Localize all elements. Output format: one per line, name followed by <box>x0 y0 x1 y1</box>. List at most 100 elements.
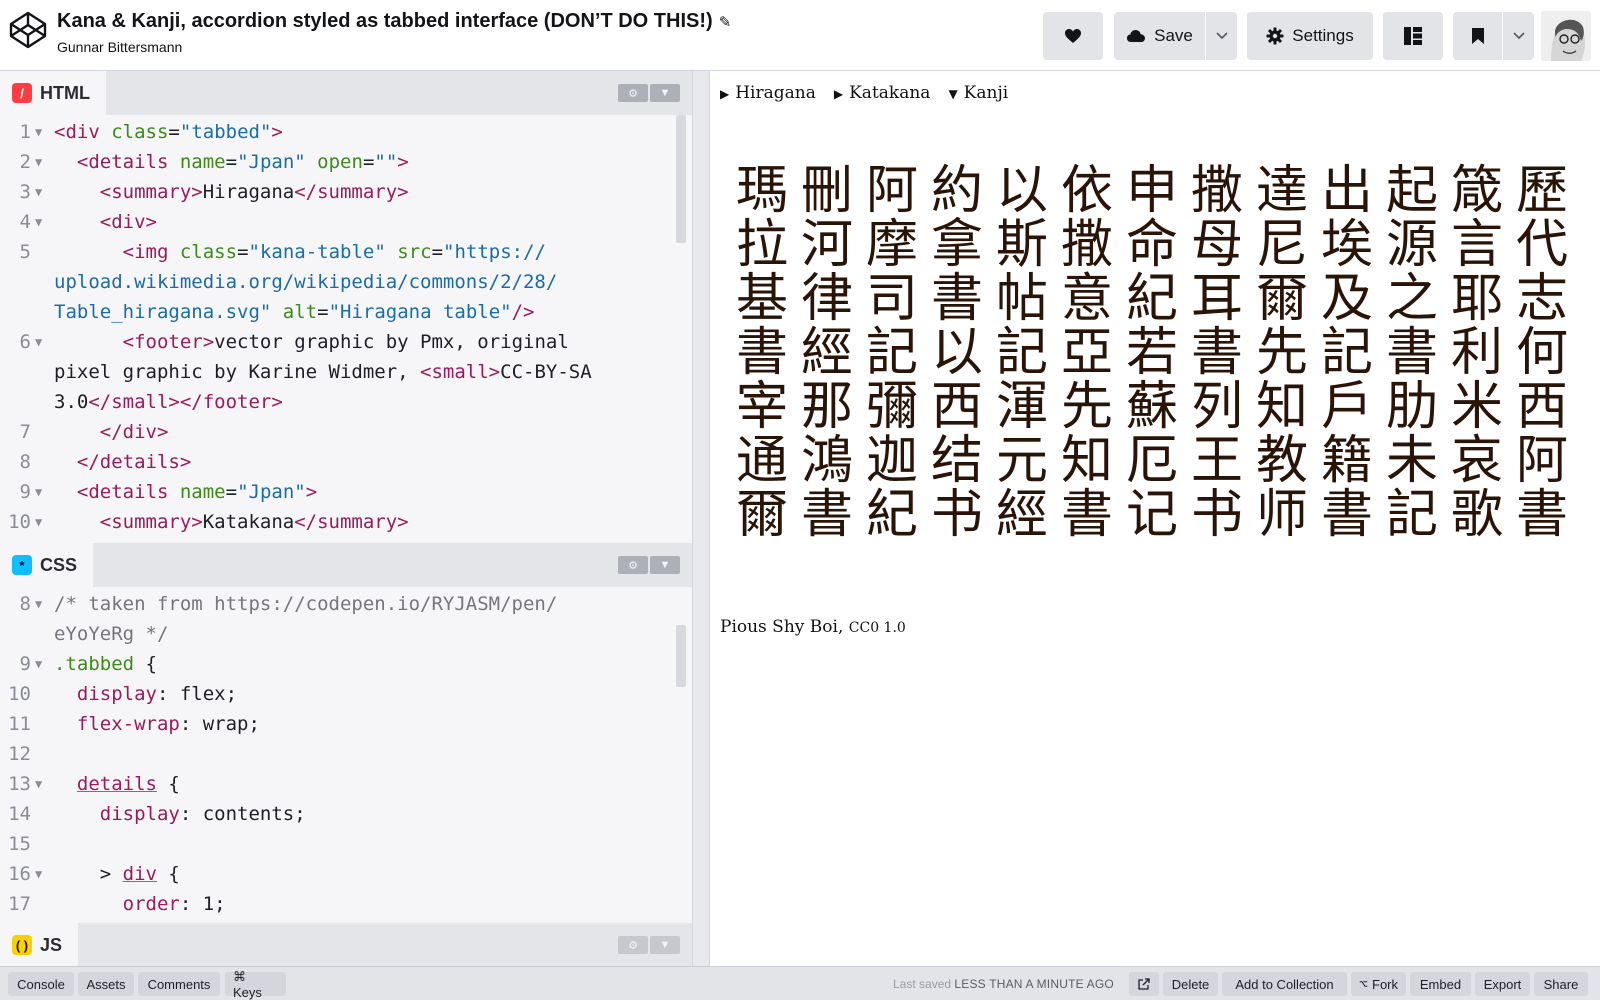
js-editor-tab[interactable]: ( ) JS <box>0 923 79 967</box>
avatar-portrait-icon <box>1541 11 1591 61</box>
kanji-glyph: 西 <box>930 377 983 437</box>
kanji-glyph: 若 <box>1125 323 1178 383</box>
delete-button[interactable]: Delete <box>1163 972 1218 996</box>
kanji-glyph: 师 <box>1255 485 1308 545</box>
kanji-glyph: 書 <box>1515 485 1568 545</box>
settings-label: Settings <box>1292 26 1354 45</box>
html-editor-collapse-button[interactable]: ▼ <box>650 84 680 102</box>
heart-button[interactable] <box>1043 12 1103 60</box>
kanji-glyph: 書 <box>800 485 853 545</box>
html-editor-tab[interactable]: / HTML <box>0 71 106 115</box>
kanji-glyph: 志 <box>1515 269 1568 329</box>
js-editor-settings-button[interactable]: ⚙ <box>618 936 648 954</box>
embed-button[interactable]: Embed <box>1410 972 1471 996</box>
css-editor-collapse-button[interactable]: ▼ <box>650 556 680 574</box>
change-view-button[interactable] <box>1383 12 1443 60</box>
codepen-logo-icon[interactable] <box>8 10 48 50</box>
kanji-glyph: 耶 <box>1450 269 1503 329</box>
open-external-button[interactable] <box>1129 972 1159 996</box>
summary-label: Katakana <box>849 83 931 103</box>
js-editor-collapse-button[interactable]: ▼ <box>650 936 680 954</box>
top-bar: Kana & Kanji, accordion styled as tabbed… <box>0 0 1600 71</box>
fork-label: Fork <box>1372 976 1398 992</box>
html-code-editor[interactable]: 1 ▼ <div class="tabbed"> 2 ▼ <details name=… <box>0 115 692 533</box>
kanji-glyph: 渾 <box>995 377 1048 437</box>
kanji-glyph: 之 <box>1385 269 1438 329</box>
chevron-down-icon <box>1512 32 1525 40</box>
cloud-icon <box>1127 30 1146 42</box>
editor-preview-resizer[interactable] <box>692 71 710 966</box>
kanji-glyph: 书 <box>1190 485 1243 545</box>
save-options-button[interactable] <box>1206 12 1237 60</box>
kanji-glyph: 通 <box>735 431 788 491</box>
layout-icon <box>1404 27 1422 45</box>
kanji-glyph: 爾 <box>1255 269 1308 329</box>
kanji-glyph: 書 <box>930 269 983 329</box>
kanji-glyph: 歌 <box>1450 485 1503 545</box>
kanji-glyph: 母 <box>1190 215 1243 275</box>
pen-title[interactable]: Kana & Kanji, accordion styled as tabbed… <box>57 10 731 33</box>
kanji-glyph: 約 <box>930 161 983 221</box>
kanji-glyph: 尼 <box>1255 215 1308 275</box>
preview-pane: ▶ Hiragana ▶ Katakana ▼ Kanji 瑪刪阿約以依申撒達出起箴歷… <box>710 71 1600 966</box>
kanji-glyph: 书 <box>930 485 983 545</box>
pen-title-text[interactable]: Kana & Kanji, accordion styled as tabbed… <box>57 10 713 32</box>
kanji-glyph: 經 <box>995 485 1048 545</box>
js-badge-icon: ( ) <box>12 935 32 955</box>
assets-button[interactable]: Assets <box>78 972 134 996</box>
css-code-editor[interactable]: 8 ▼/* taken from https://codepen.io/RYJAS… <box>0 587 692 919</box>
css-editor-settings-button[interactable]: ⚙ <box>618 556 648 574</box>
kanji-glyph: 記 <box>865 323 918 383</box>
kanji-glyph: 王 <box>1190 431 1243 491</box>
css-editor-label: CSS <box>40 554 78 575</box>
last-saved-value: LESS THAN A MINUTE AGO <box>954 977 1114 991</box>
kanji-glyph: 律 <box>800 269 853 329</box>
add-to-collection-button[interactable]: Add to Collection <box>1222 972 1347 996</box>
keys-button[interactable]: ⌘ Keys <box>225 969 286 1000</box>
kanji-glyph: 知 <box>1255 377 1308 437</box>
gear-icon: ⚙ <box>628 939 638 952</box>
kanji-glyph: 書 <box>1190 323 1243 383</box>
summary-label: Kanji <box>963 83 1009 103</box>
kanji-glyph: 經 <box>800 323 853 383</box>
triangle-down-icon: ▼ <box>948 87 958 101</box>
kanji-glyph: 依 <box>1060 161 1113 221</box>
kanji-glyph: 阿 <box>1515 431 1568 491</box>
save-button[interactable]: Save <box>1114 12 1205 60</box>
kanji-glyph: 彌 <box>865 377 918 437</box>
kanji-glyph: 書 <box>1320 485 1373 545</box>
pencil-icon[interactable]: ✎ <box>719 14 732 31</box>
summary-katakana[interactable]: ▶ Katakana <box>834 83 931 103</box>
credit-license: CC0 1.0 <box>848 620 906 636</box>
kanji-glyph: 肋 <box>1385 377 1438 437</box>
css-editor-controls: ⚙ ▼ <box>618 556 680 574</box>
pen-author[interactable]: Gunnar Bittersmann <box>57 39 731 55</box>
js-editor-controls: ⚙ ▼ <box>618 936 680 954</box>
export-button[interactable]: Export <box>1475 972 1530 996</box>
css-editor-scrollbar[interactable] <box>676 625 686 687</box>
bookmark-button[interactable] <box>1453 12 1502 60</box>
kanji-glyph: 意 <box>1060 269 1113 329</box>
console-button[interactable]: Console <box>8 972 74 996</box>
kanji-glyph: 達 <box>1255 161 1308 221</box>
kanji-glyph: 以 <box>995 161 1048 221</box>
kanji-glyph: 厄 <box>1125 431 1178 491</box>
kanji-glyph: 記 <box>995 323 1048 383</box>
summary-hiragana[interactable]: ▶ Hiragana <box>720 83 816 103</box>
html-editor-scrollbar[interactable] <box>676 115 686 243</box>
chevron-down-icon: ▼ <box>659 559 671 571</box>
user-avatar[interactable] <box>1541 11 1591 61</box>
settings-button[interactable]: Settings <box>1247 12 1373 60</box>
html-editor-settings-button[interactable]: ⚙ <box>618 84 648 102</box>
fork-button[interactable]: Fork <box>1351 972 1406 996</box>
gear-icon: ⚙ <box>628 559 638 572</box>
bookmark-options-button[interactable] <box>1503 12 1534 60</box>
last-saved-label: Last saved <box>893 977 952 991</box>
kanji-glyph: 未 <box>1385 431 1438 491</box>
share-button[interactable]: Share <box>1534 972 1588 996</box>
kanji-glyph: 元 <box>995 431 1048 491</box>
summary-kanji[interactable]: ▼ Kanji <box>948 83 1008 103</box>
comments-button[interactable]: Comments <box>138 972 220 996</box>
kanji-glyph: 知 <box>1060 431 1113 491</box>
css-editor-tab[interactable]: * CSS <box>0 543 94 587</box>
